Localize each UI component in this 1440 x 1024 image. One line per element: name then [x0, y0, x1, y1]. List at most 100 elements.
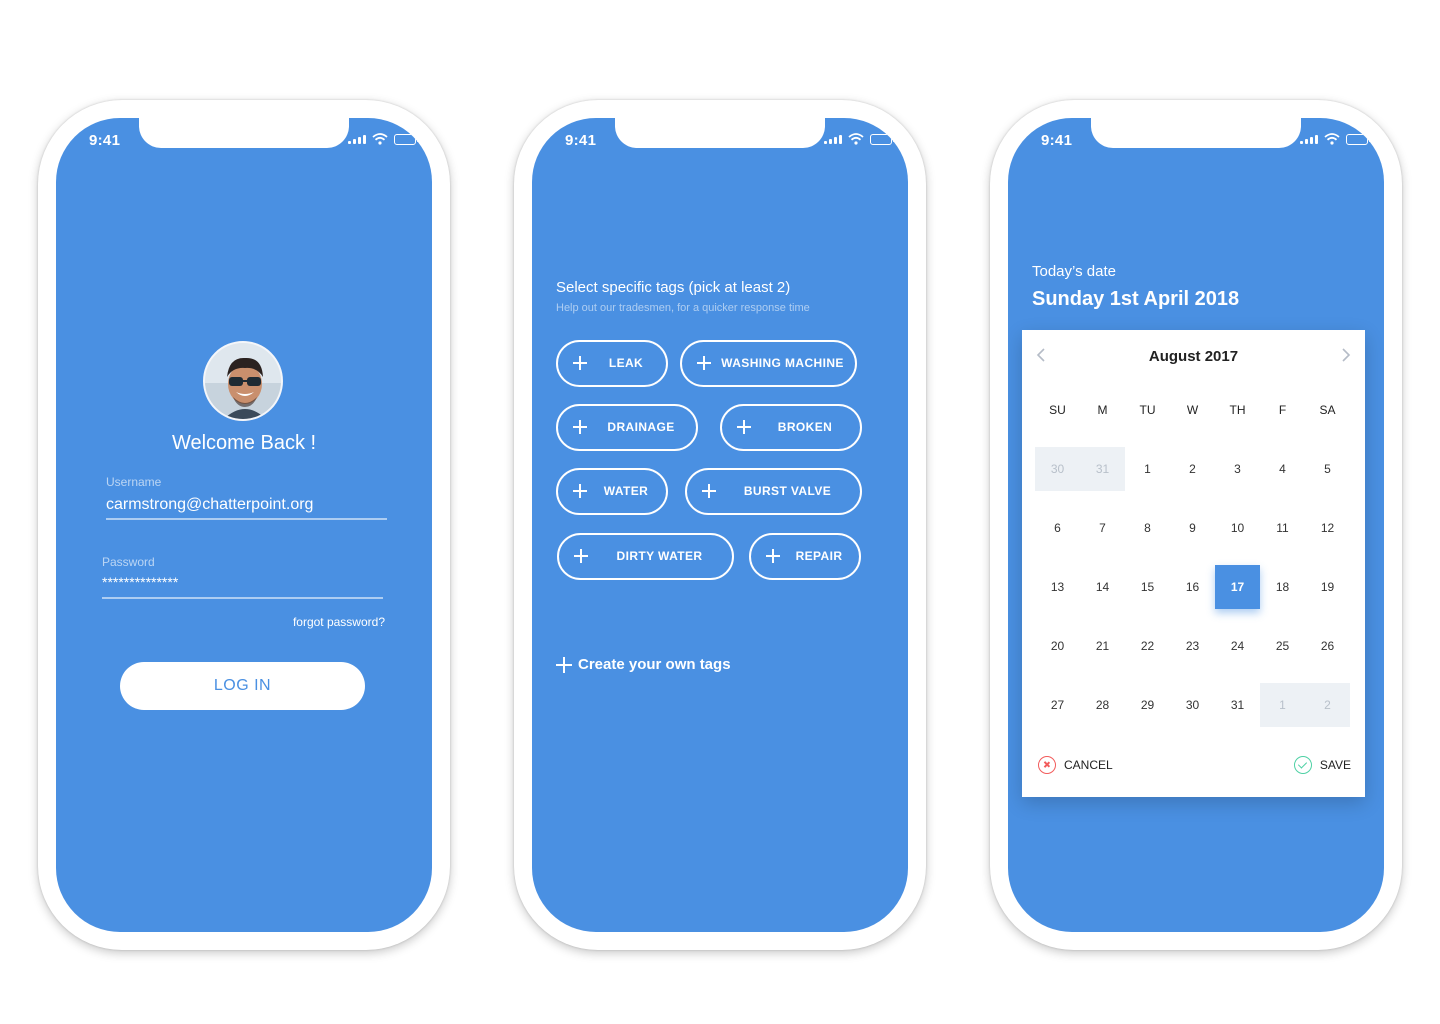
status-time: 9:41	[1041, 132, 1073, 149]
plus-icon	[761, 544, 785, 568]
status-time: 9:41	[89, 132, 121, 149]
calendar-day-number: 30	[1035, 447, 1080, 491]
calendar-day[interactable]: 8	[1125, 506, 1170, 565]
calendar-day[interactable]: 26	[1305, 624, 1350, 683]
chevron-right-icon[interactable]	[1341, 346, 1351, 367]
calendar-day[interactable]: 5	[1305, 447, 1350, 506]
tag-label: REPAIR	[795, 549, 843, 563]
calendar-day[interactable]: 23	[1170, 624, 1215, 683]
tag-label: DIRTY WATER	[616, 549, 703, 563]
calendar-day-number: 22	[1140, 639, 1155, 653]
calendar-day[interactable]: 10	[1215, 506, 1260, 565]
phone-tags: 9:41 Select specific tags (pick at least…	[514, 100, 926, 950]
today-date: Sunday 1st April 2018	[1032, 288, 1240, 310]
calendar-day-number: 28	[1095, 698, 1110, 712]
status-icons	[1300, 133, 1371, 145]
calendar-day[interactable]: 2	[1170, 447, 1215, 506]
calendar-day[interactable]: 2	[1305, 683, 1350, 742]
calendar-day[interactable]: 27	[1035, 683, 1080, 742]
calendar-day-number: 11	[1276, 521, 1289, 535]
save-button[interactable]: SAVE	[1293, 756, 1351, 774]
calendar-day-number: 15	[1140, 580, 1155, 594]
plus-icon	[568, 415, 592, 439]
password-label: Password	[102, 555, 155, 569]
cancel-button[interactable]: CANCEL	[1038, 756, 1113, 774]
calendar-day-number: 4	[1279, 462, 1286, 476]
calendar-day[interactable]: 12	[1305, 506, 1350, 565]
tag-broken[interactable]: BROKEN	[720, 404, 862, 451]
calendar-day[interactable]: 7	[1080, 506, 1125, 565]
calendar-day-number: 3	[1234, 462, 1241, 476]
calendar-day[interactable]: 1	[1260, 683, 1305, 742]
tag-washing-machine[interactable]: WASHING MACHINE	[680, 340, 857, 387]
calendar-card: August 2017 SU M TU W TH F SA 30 31 1 2 3 4 5 6 7 8 9 10 1…	[1022, 330, 1365, 797]
calendar-day[interactable]: 18	[1260, 565, 1305, 624]
calendar-day[interactable]: 14	[1080, 565, 1125, 624]
avatar-photo	[205, 343, 281, 419]
calendar-day[interactable]: 30	[1035, 447, 1080, 506]
calendar-day[interactable]: 31	[1080, 447, 1125, 506]
tag-label: WATER	[603, 484, 649, 498]
tag-drainage[interactable]: DRAINAGE	[556, 404, 698, 451]
calendar-day-number: 5	[1324, 462, 1331, 476]
calendar-day[interactable]: 16	[1170, 565, 1215, 624]
calendar-day-number: 12	[1320, 521, 1335, 535]
calendar-day[interactable]: 15	[1125, 565, 1170, 624]
save-label: SAVE	[1319, 758, 1351, 772]
calendar-day[interactable]: 13	[1035, 565, 1080, 624]
calendar-day[interactable]: 21	[1080, 624, 1125, 683]
create-own-tags-button[interactable]: Create your own tags	[556, 656, 731, 673]
login-button[interactable]: LOG IN	[120, 662, 365, 710]
weekday-label: TU	[1139, 403, 1156, 417]
signal-icon	[1300, 134, 1318, 144]
calendar-day[interactable]: 30	[1170, 683, 1215, 742]
calendar-day-number: 2	[1305, 683, 1350, 727]
calendar-day[interactable]: 1	[1125, 447, 1170, 506]
calendar-day-number: 24	[1230, 639, 1245, 653]
create-own-tags-label: Create your own tags	[578, 656, 731, 673]
calendar-day[interactable]: 19	[1305, 565, 1350, 624]
tag-burst-valve[interactable]: BURST VALVE	[685, 468, 862, 515]
password-input[interactable]: **************	[102, 574, 178, 590]
weekday-label: SA	[1319, 403, 1336, 417]
check-circle-icon	[1293, 756, 1312, 774]
tag-label: DRAINAGE	[607, 420, 675, 434]
avatar	[203, 341, 283, 421]
calendar-grid: 30 31 1 2 3 4 5 6 7 8 9 10 11 12 13 14 15 16 17 18 19 20 21 22 2…	[1035, 447, 1350, 742]
calendar-day[interactable]: 3	[1215, 447, 1260, 506]
today-label: Today’s date	[1032, 263, 1116, 280]
calendar-day[interactable]: 4	[1260, 447, 1305, 506]
calendar-day[interactable]: 29	[1125, 683, 1170, 742]
calendar-day-number: 1	[1260, 683, 1305, 727]
calendar-day[interactable]: 20	[1035, 624, 1080, 683]
calendar-day[interactable]: 31	[1215, 683, 1260, 742]
calendar-day[interactable]: 25	[1260, 624, 1305, 683]
calendar-day[interactable]: 9	[1170, 506, 1215, 565]
username-input[interactable]: carmstrong@chatterpoint.org	[106, 496, 313, 514]
tag-leak[interactable]: LEAK	[556, 340, 668, 387]
calendar-day-number: 14	[1095, 580, 1110, 594]
forgot-password-link[interactable]: forgot password?	[293, 615, 385, 629]
tag-dirty-water[interactable]: DIRTY WATER	[557, 533, 734, 580]
weekday-label: W	[1186, 403, 1199, 417]
calendar-day[interactable]: 11	[1260, 506, 1305, 565]
phone-calendar: 9:41 Today’s date Sunday 1st April 2018 …	[990, 100, 1402, 950]
wifi-icon	[848, 133, 864, 145]
status-time: 9:41	[565, 132, 597, 149]
calendar-day[interactable]: 24	[1215, 624, 1260, 683]
wifi-icon	[372, 133, 388, 145]
device-notch	[139, 118, 349, 148]
tag-water[interactable]: WATER	[556, 468, 668, 515]
calendar-day[interactable]: 22	[1125, 624, 1170, 683]
calendar-day-number: 2	[1189, 462, 1196, 476]
tag-repair[interactable]: REPAIR	[749, 533, 861, 580]
calendar-day-number: 31	[1080, 447, 1125, 491]
calendar-day-number: 13	[1050, 580, 1065, 594]
weekday-label: F	[1278, 403, 1287, 417]
battery-icon	[1346, 133, 1371, 145]
calendar-day-number: 10	[1230, 521, 1245, 535]
calendar-day[interactable]: 28	[1080, 683, 1125, 742]
status-icons	[348, 133, 419, 145]
calendar-day[interactable]: 6	[1035, 506, 1080, 565]
calendar-day-selected[interactable]: 17	[1215, 565, 1260, 624]
